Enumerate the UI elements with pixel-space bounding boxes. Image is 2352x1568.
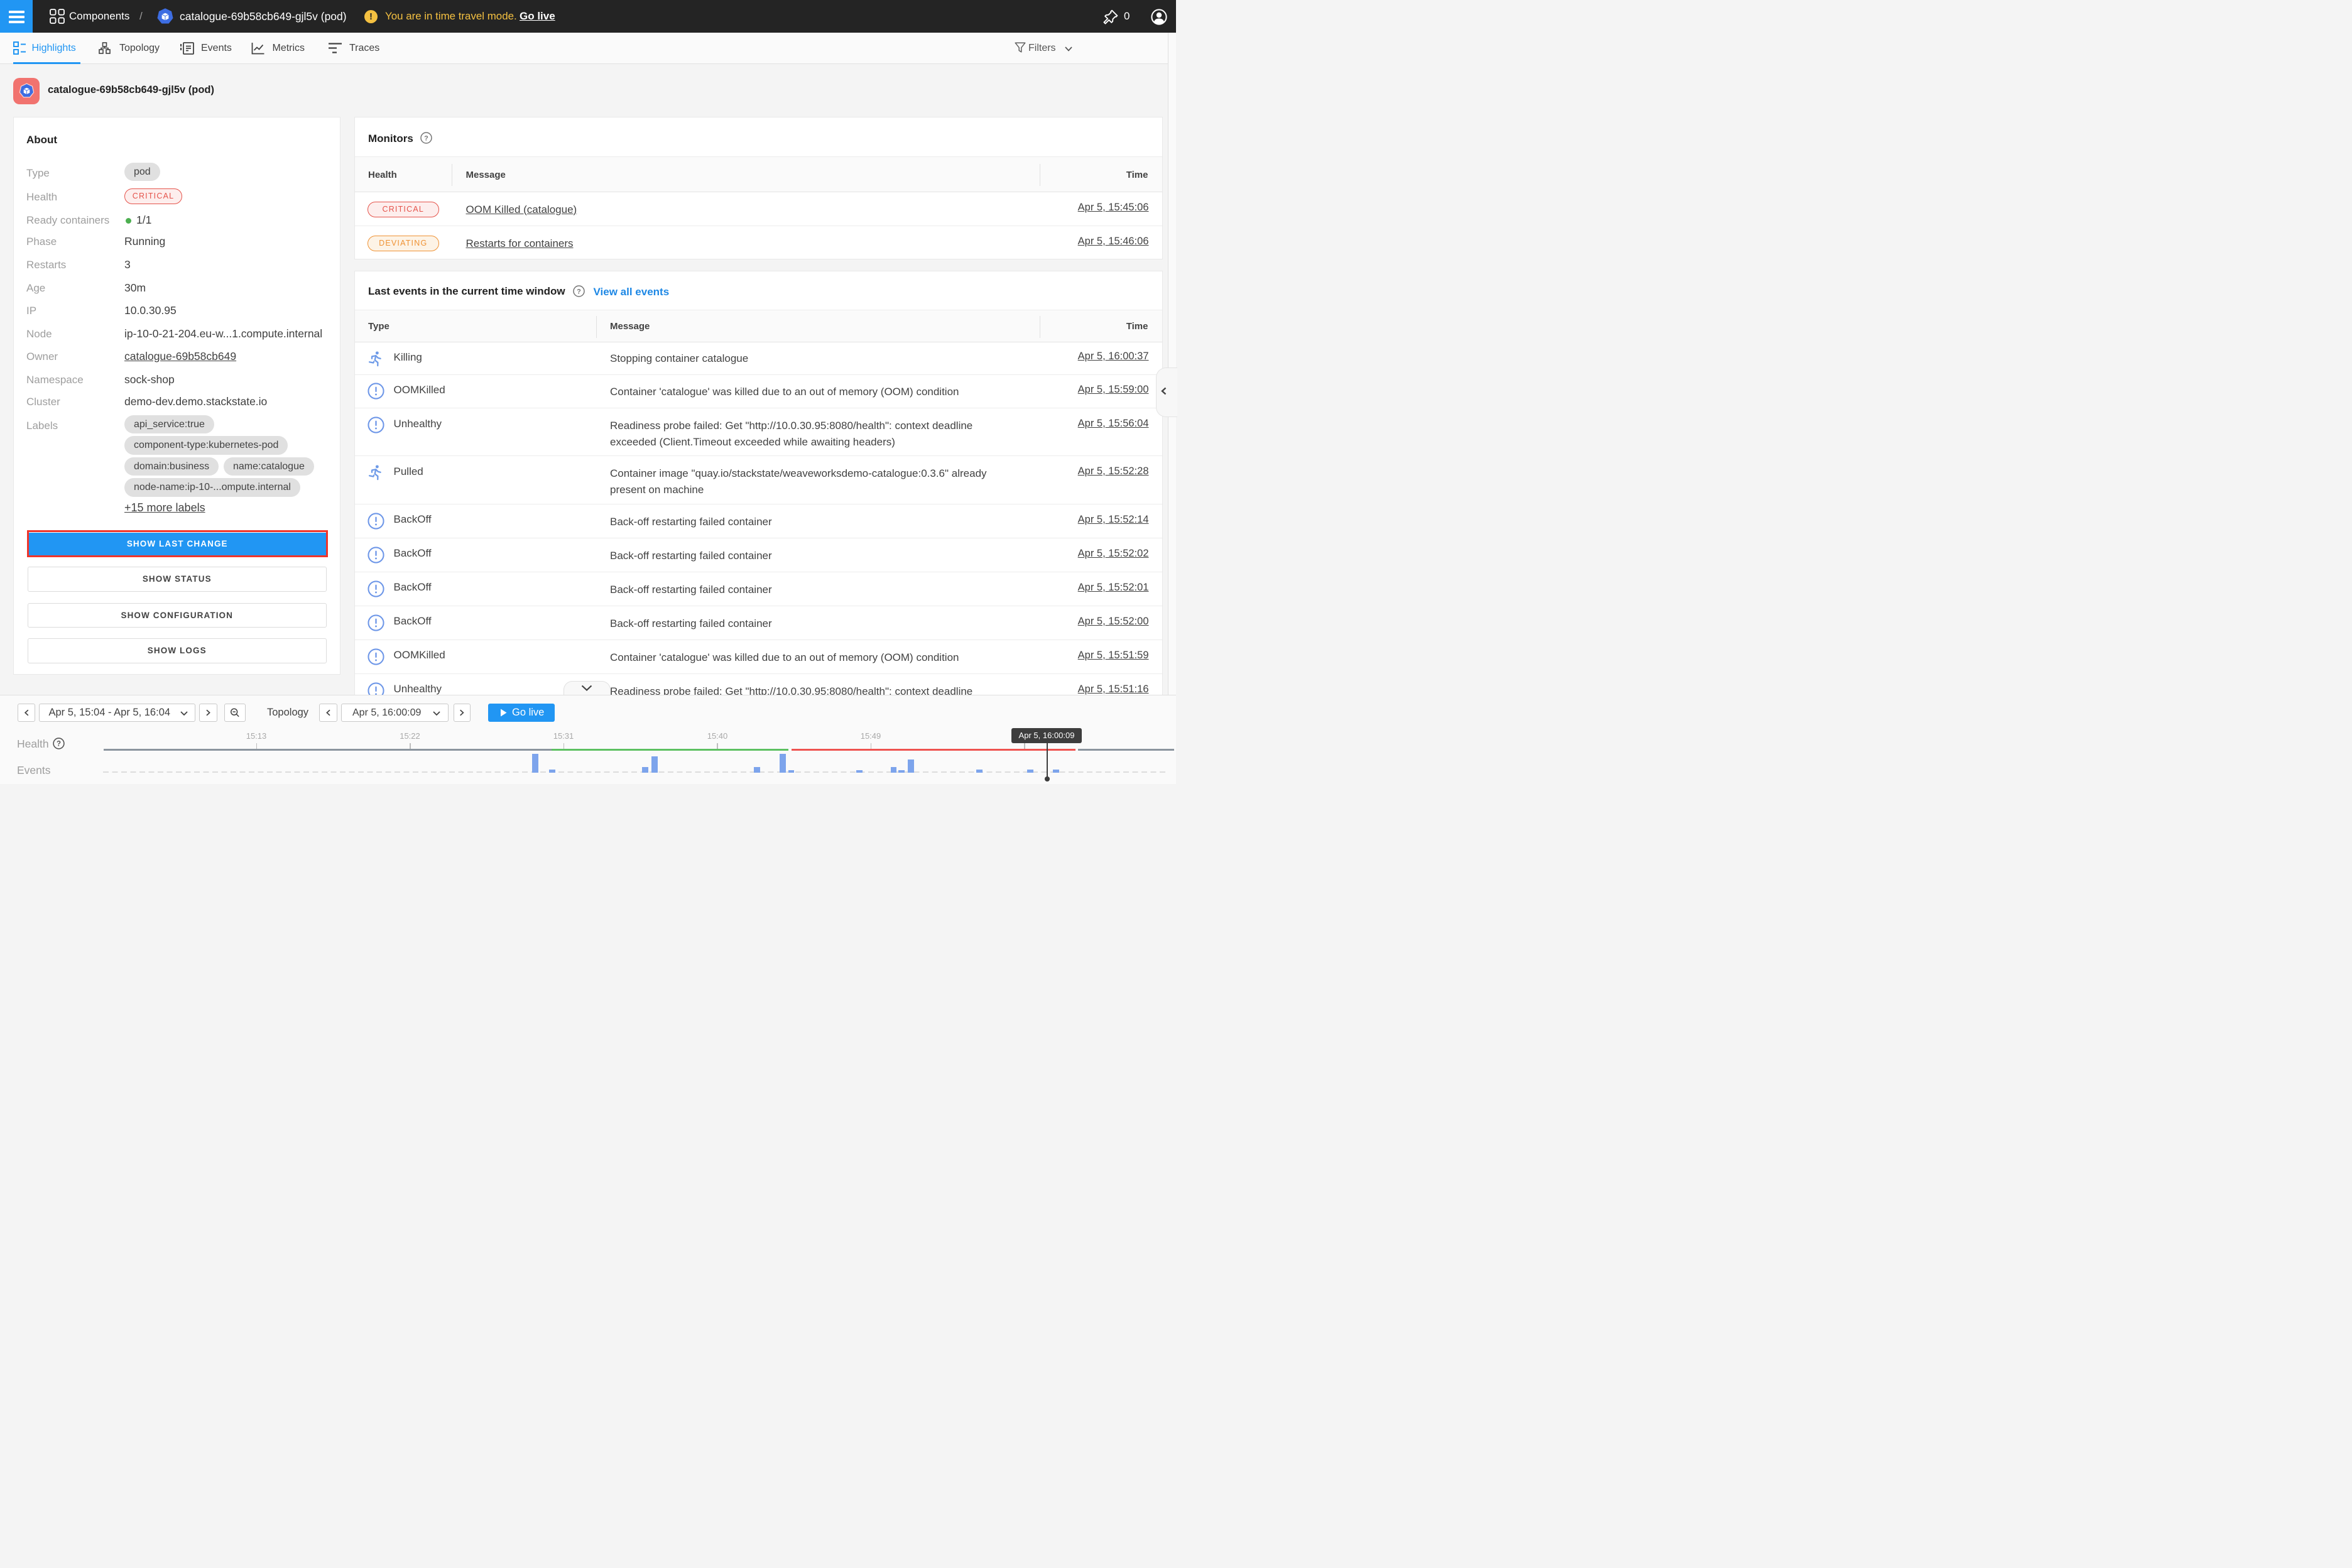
svg-text:?: ?: [57, 741, 61, 748]
svg-text:?: ?: [424, 135, 428, 143]
svg-text:?: ?: [577, 288, 581, 296]
